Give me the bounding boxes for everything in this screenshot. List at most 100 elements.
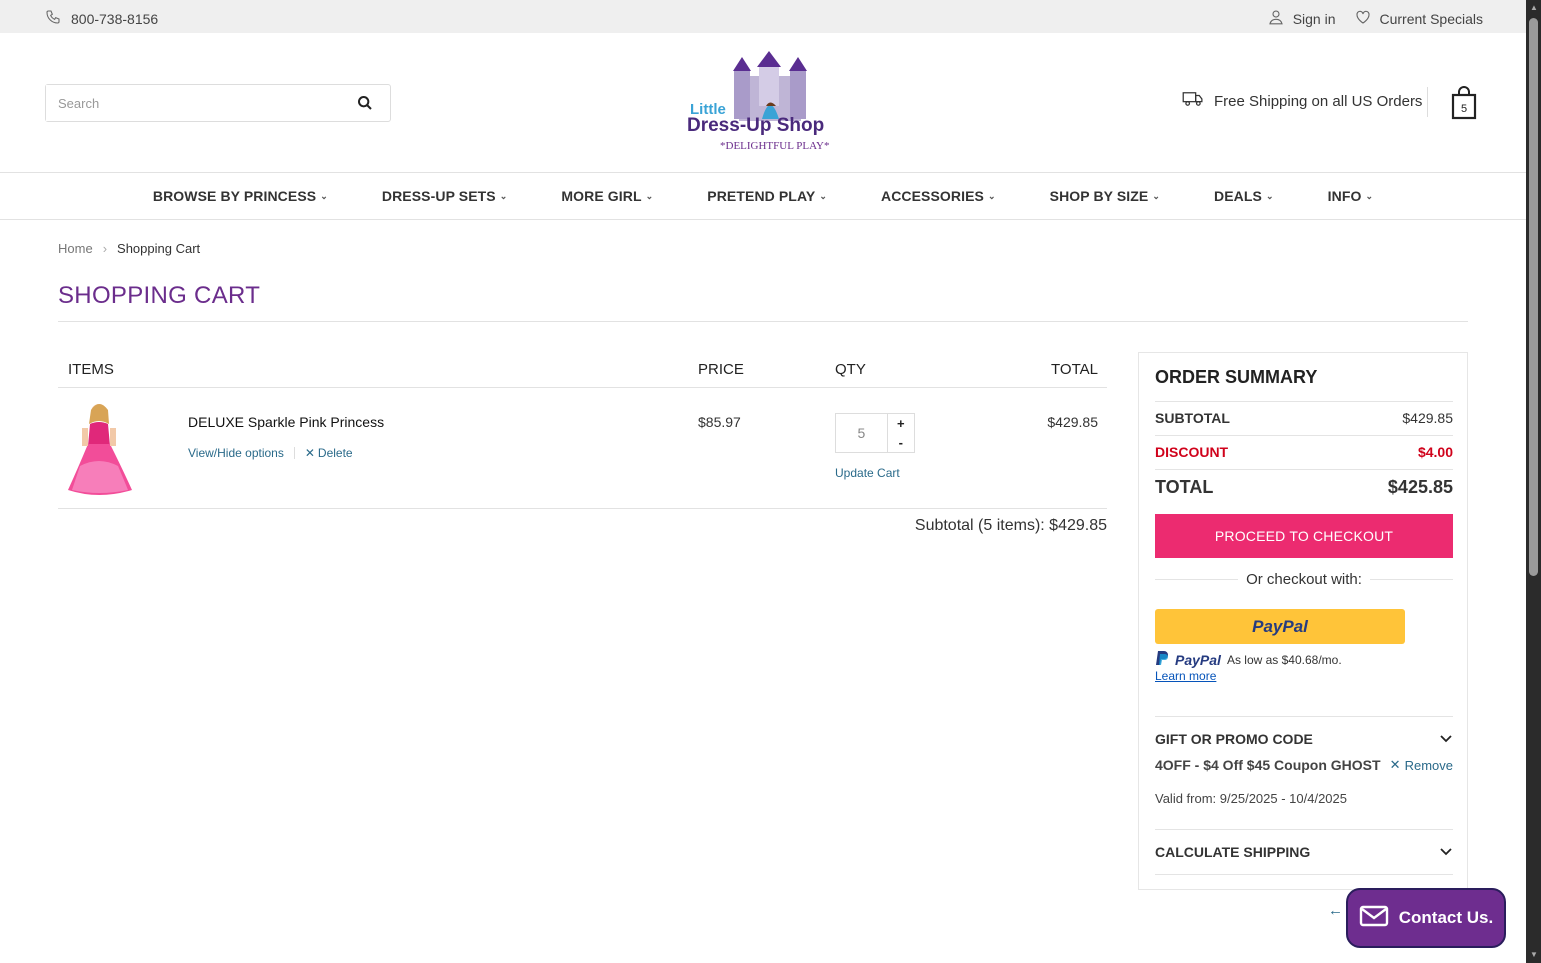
order-summary: ORDER SUMMARY SUBTOTAL $429.85 DISCOUNT …	[1138, 352, 1468, 890]
breadcrumb: Home › Shopping Cart	[58, 241, 200, 256]
close-icon: ✕	[304, 446, 315, 460]
sign-in-link[interactable]: Sign in	[1293, 11, 1336, 27]
search-button[interactable]	[340, 85, 390, 121]
summary-divider	[1155, 469, 1453, 470]
total-label: TOTAL	[1155, 477, 1214, 497]
page-title: SHOPPING CART	[58, 282, 261, 309]
cart-button[interactable]: 5	[1450, 86, 1478, 120]
paypal-logo: PayPal	[1252, 616, 1308, 636]
chevron-down-icon: ⌄	[645, 190, 654, 201]
summary-divider	[1155, 716, 1453, 717]
logo-text-line2: Dress-Up Shop	[687, 115, 824, 136]
view-hide-options-link[interactable]: View/Hide options	[188, 446, 284, 460]
discount-label: DISCOUNT	[1155, 444, 1229, 460]
nav-pretend-play[interactable]: PRETEND PLAY ⌄	[680, 173, 854, 219]
item-total: $429.85	[1047, 414, 1098, 430]
main-nav: BROWSE BY PRINCESS ⌄ DRESS-UP SETS ⌄ MORE …	[0, 173, 1526, 220]
header-divider	[1427, 87, 1428, 117]
nav-dress-up-sets[interactable]: DRESS-UP SETS ⌄	[355, 173, 535, 219]
chevron-right-icon: ›	[102, 241, 108, 256]
order-summary-title: ORDER SUMMARY	[1155, 367, 1318, 387]
total-value: $425.85	[1387, 477, 1453, 497]
title-divider	[58, 321, 1468, 322]
summary-divider	[1155, 874, 1453, 875]
paypal-button[interactable]: PayPal	[1155, 609, 1405, 644]
summary-divider	[1155, 435, 1453, 436]
chevron-down-icon: ⌄	[320, 190, 328, 201]
site-logo[interactable]: Little Dress-Up Shop *DELIGHTFUL PLAY*	[684, 51, 844, 157]
cart-item-row: DELUXE Sparkle Pink Princess View/Hide o…	[58, 388, 1107, 509]
proceed-to-checkout-button[interactable]: PROCEED TO CHECKOUT	[1155, 514, 1453, 558]
chevron-down-icon	[1439, 844, 1453, 860]
increase-qty-button[interactable]: +	[888, 414, 914, 433]
site-header: Little Dress-Up Shop *DELIGHTFUL PLAY* F…	[0, 33, 1526, 173]
promo-valid-dates: Valid from: 9/25/2025 - 10/4/2025	[1155, 791, 1347, 806]
product-name[interactable]: DELUXE Sparkle Pink Princess	[188, 414, 384, 430]
phone-icon	[45, 9, 61, 28]
decrease-qty-button[interactable]: -	[888, 433, 914, 452]
chevron-down-icon: ⌄	[819, 190, 827, 201]
paypal-paylater-message: PayPal As low as $40.68/mo.	[1155, 650, 1342, 669]
promo-code-text: 4OFF - $4 Off $45 Coupon GHOST	[1155, 757, 1381, 773]
nav-info[interactable]: INFO ⌄	[1301, 173, 1401, 219]
header-items: ITEMS	[68, 361, 114, 378]
subtotal-value: $429.85	[1402, 410, 1453, 426]
logo-tagline: *DELIGHTFUL PLAY*	[720, 140, 830, 152]
quantity-input[interactable]: 5	[836, 414, 887, 452]
truck-icon	[1182, 91, 1204, 111]
user-icon	[1267, 8, 1285, 29]
top-bar: 800-738-8156 Sign in Current Specials	[0, 0, 1526, 33]
page-scrollbar[interactable]: ▲ ▼	[1526, 0, 1541, 963]
cart-table-header: ITEMS PRICE QTY TOTAL	[58, 352, 1107, 388]
discount-value: $4.00	[1417, 444, 1453, 460]
nav-shop-by-size[interactable]: SHOP BY SIZE ⌄	[1023, 173, 1187, 219]
header-price: PRICE	[698, 361, 744, 378]
chevron-down-icon: ⌄	[1365, 190, 1374, 201]
breadcrumb-current: Shopping Cart	[117, 241, 201, 256]
chevron-down-icon: ⌄	[1265, 190, 1274, 201]
shopping-bag-icon: 5	[1451, 86, 1477, 120]
nav-more-girl[interactable]: MORE GIRL ⌄	[534, 173, 680, 219]
nav-deals[interactable]: DEALS ⌄	[1187, 173, 1301, 219]
alt-checkout-divider: Or checkout with:	[1155, 571, 1454, 588]
chevron-down-icon: ⌄	[1152, 190, 1161, 201]
breadcrumb-home[interactable]: Home	[58, 241, 93, 256]
nav-accessories[interactable]: ACCESSORIES ⌄	[854, 173, 1023, 219]
search-input[interactable]	[46, 85, 340, 121]
arrow-left-icon[interactable]: ←	[1328, 902, 1343, 919]
phone-link[interactable]: 800-738-8156	[45, 9, 158, 28]
chevron-down-icon: ⌄	[988, 190, 996, 201]
scroll-down-icon[interactable]: ▼	[1530, 950, 1538, 959]
phone-number: 800-738-8156	[71, 10, 159, 27]
contact-us-button[interactable]: Contact Us.	[1346, 888, 1506, 948]
header-total: TOTAL	[1051, 361, 1098, 378]
close-icon: ✕	[1389, 757, 1401, 772]
cart-count: 5	[1461, 103, 1467, 115]
update-cart-link[interactable]: Update Cart	[835, 466, 900, 480]
cart-subtotal: Subtotal (5 items): $429.85	[914, 517, 1107, 534]
learn-more-link[interactable]: Learn more	[1155, 669, 1216, 683]
summary-divider	[1155, 401, 1453, 402]
scrollbar-thumb[interactable]	[1529, 18, 1538, 576]
free-shipping-notice[interactable]: Free Shipping on all US Orders	[1182, 91, 1422, 111]
subtotal-label: SUBTOTAL	[1155, 410, 1230, 426]
summary-divider	[1155, 829, 1453, 830]
nav-browse-by-princess[interactable]: BROWSE BY PRINCESS ⌄	[126, 173, 355, 219]
applied-promo: 4OFF - $4 Off $45 Coupon GHOST ✕ Remove	[1155, 757, 1453, 773]
heart-icon	[1354, 8, 1372, 29]
promo-code-toggle[interactable]: GIFT OR PROMO CODE	[1155, 731, 1453, 747]
envelope-icon	[1359, 905, 1389, 932]
quantity-stepper: 5 + -	[835, 413, 915, 453]
header-qty: QTY	[835, 361, 866, 378]
product-image[interactable]	[66, 398, 136, 498]
paypal-icon	[1155, 650, 1169, 669]
search-box	[45, 84, 391, 122]
chevron-down-icon: ⌄	[499, 190, 508, 201]
calculate-shipping-toggle[interactable]: CALCULATE SHIPPING	[1155, 844, 1453, 860]
current-specials-link[interactable]: Current Specials	[1380, 11, 1484, 27]
search-icon	[358, 96, 372, 110]
delete-link[interactable]: ✕ Delete	[305, 446, 353, 460]
scroll-up-icon[interactable]: ▲	[1530, 3, 1538, 12]
chevron-down-icon	[1439, 731, 1453, 747]
remove-promo-link[interactable]: ✕ Remove	[1390, 757, 1453, 773]
